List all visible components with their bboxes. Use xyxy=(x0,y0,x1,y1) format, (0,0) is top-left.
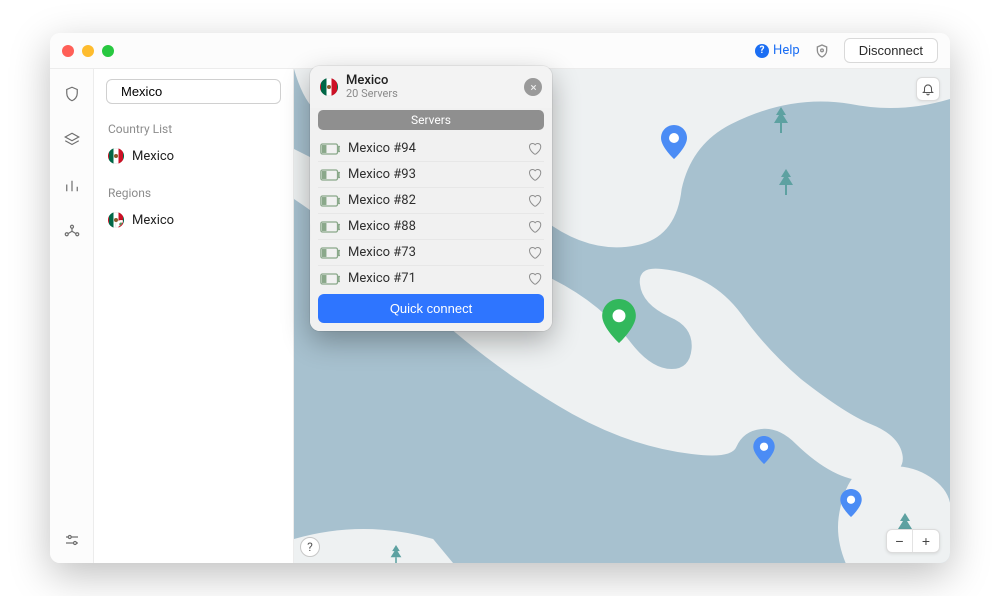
favorite-icon[interactable] xyxy=(527,167,542,182)
server-load-icon xyxy=(320,143,340,155)
app-window: ? Help Disconnect xyxy=(50,33,950,563)
favorite-icon[interactable] xyxy=(527,271,542,286)
disconnect-button[interactable]: Disconnect xyxy=(844,38,938,63)
window-close-button[interactable] xyxy=(62,45,74,57)
window-minimize-button[interactable] xyxy=(82,45,94,57)
map-help-button[interactable]: ? xyxy=(300,537,320,557)
zoom-out-button[interactable]: − xyxy=(887,530,913,552)
server-list[interactable]: Mexico #94 Mexico #93 Mexico #82 Mexico … xyxy=(310,136,552,286)
layers-icon[interactable] xyxy=(63,131,81,153)
tree-icon xyxy=(777,169,795,199)
shield-icon[interactable] xyxy=(63,85,81,107)
favorite-icon[interactable] xyxy=(527,193,542,208)
favorite-icon[interactable] xyxy=(527,219,542,234)
titlebar: ? Help Disconnect xyxy=(50,33,950,69)
settings-sliders-icon[interactable] xyxy=(63,531,81,553)
server-load-icon xyxy=(320,221,340,233)
server-load-icon xyxy=(320,169,340,181)
server-name: Mexico #94 xyxy=(348,141,416,156)
popover-close-button[interactable] xyxy=(524,78,542,96)
region-item-mexico[interactable]: Mexico xyxy=(106,208,281,232)
sidebar: Country List Mexico Regions Mexico xyxy=(94,69,294,563)
server-name: Mexico #71 xyxy=(348,271,416,286)
server-row[interactable]: Mexico #71 xyxy=(318,265,544,286)
server-row[interactable]: Mexico #88 xyxy=(318,213,544,239)
help-link-label: Help xyxy=(773,43,800,58)
search-input[interactable] xyxy=(119,83,299,100)
server-load-icon xyxy=(320,247,340,259)
favorite-icon[interactable] xyxy=(527,245,542,260)
help-icon: ? xyxy=(755,44,769,58)
navigation-iconbar xyxy=(50,69,94,563)
popover-header: Mexico 20 Servers xyxy=(310,66,552,108)
tree-icon xyxy=(389,545,403,563)
zoom-in-button[interactable]: + xyxy=(913,530,939,552)
region-badge-icon xyxy=(116,220,124,228)
search-field[interactable] xyxy=(106,79,281,104)
server-row[interactable]: Mexico #82 xyxy=(318,187,544,213)
server-name: Mexico #88 xyxy=(348,219,416,234)
server-name: Mexico #93 xyxy=(348,167,416,182)
server-load-icon xyxy=(320,195,340,207)
map-pin-blue[interactable] xyxy=(661,125,687,159)
close-icon xyxy=(529,83,538,92)
popover-subtitle: 20 Servers xyxy=(346,88,398,100)
country-item-mexico[interactable]: Mexico xyxy=(106,144,281,168)
notifications-button[interactable] xyxy=(916,77,940,101)
servers-tab[interactable]: Servers xyxy=(318,110,544,130)
server-name: Mexico #82 xyxy=(348,193,416,208)
server-load-icon xyxy=(320,273,340,285)
mexico-flag-icon xyxy=(108,148,124,164)
privacy-shield-icon[interactable] xyxy=(814,43,830,59)
region-item-label: Mexico xyxy=(132,213,174,228)
help-link[interactable]: ? Help xyxy=(755,43,800,58)
server-row[interactable]: Mexico #73 xyxy=(318,239,544,265)
server-name: Mexico #73 xyxy=(348,245,416,260)
map-pin-blue[interactable] xyxy=(753,436,775,464)
server-row[interactable]: Mexico #94 xyxy=(318,136,544,161)
stats-icon[interactable] xyxy=(63,177,81,199)
quick-connect-button[interactable]: Quick connect xyxy=(318,294,544,323)
server-popover: Mexico 20 Servers Servers Mexico #94 Mex… xyxy=(310,66,552,331)
country-list-label: Country List xyxy=(108,122,281,136)
mesh-icon[interactable] xyxy=(63,223,81,245)
map-pin-connected[interactable] xyxy=(602,299,636,343)
mexico-flag-icon xyxy=(320,78,338,96)
popover-title: Mexico xyxy=(346,74,398,88)
map-pin-blue[interactable] xyxy=(840,489,862,517)
favorite-icon[interactable] xyxy=(527,141,542,156)
window-fullscreen-button[interactable] xyxy=(102,45,114,57)
mexico-flag-icon xyxy=(108,212,124,228)
bell-icon xyxy=(921,82,935,96)
tree-icon xyxy=(772,107,790,137)
server-row[interactable]: Mexico #93 xyxy=(318,161,544,187)
zoom-control: − + xyxy=(886,529,940,553)
country-item-label: Mexico xyxy=(132,149,174,164)
regions-label: Regions xyxy=(108,186,281,200)
